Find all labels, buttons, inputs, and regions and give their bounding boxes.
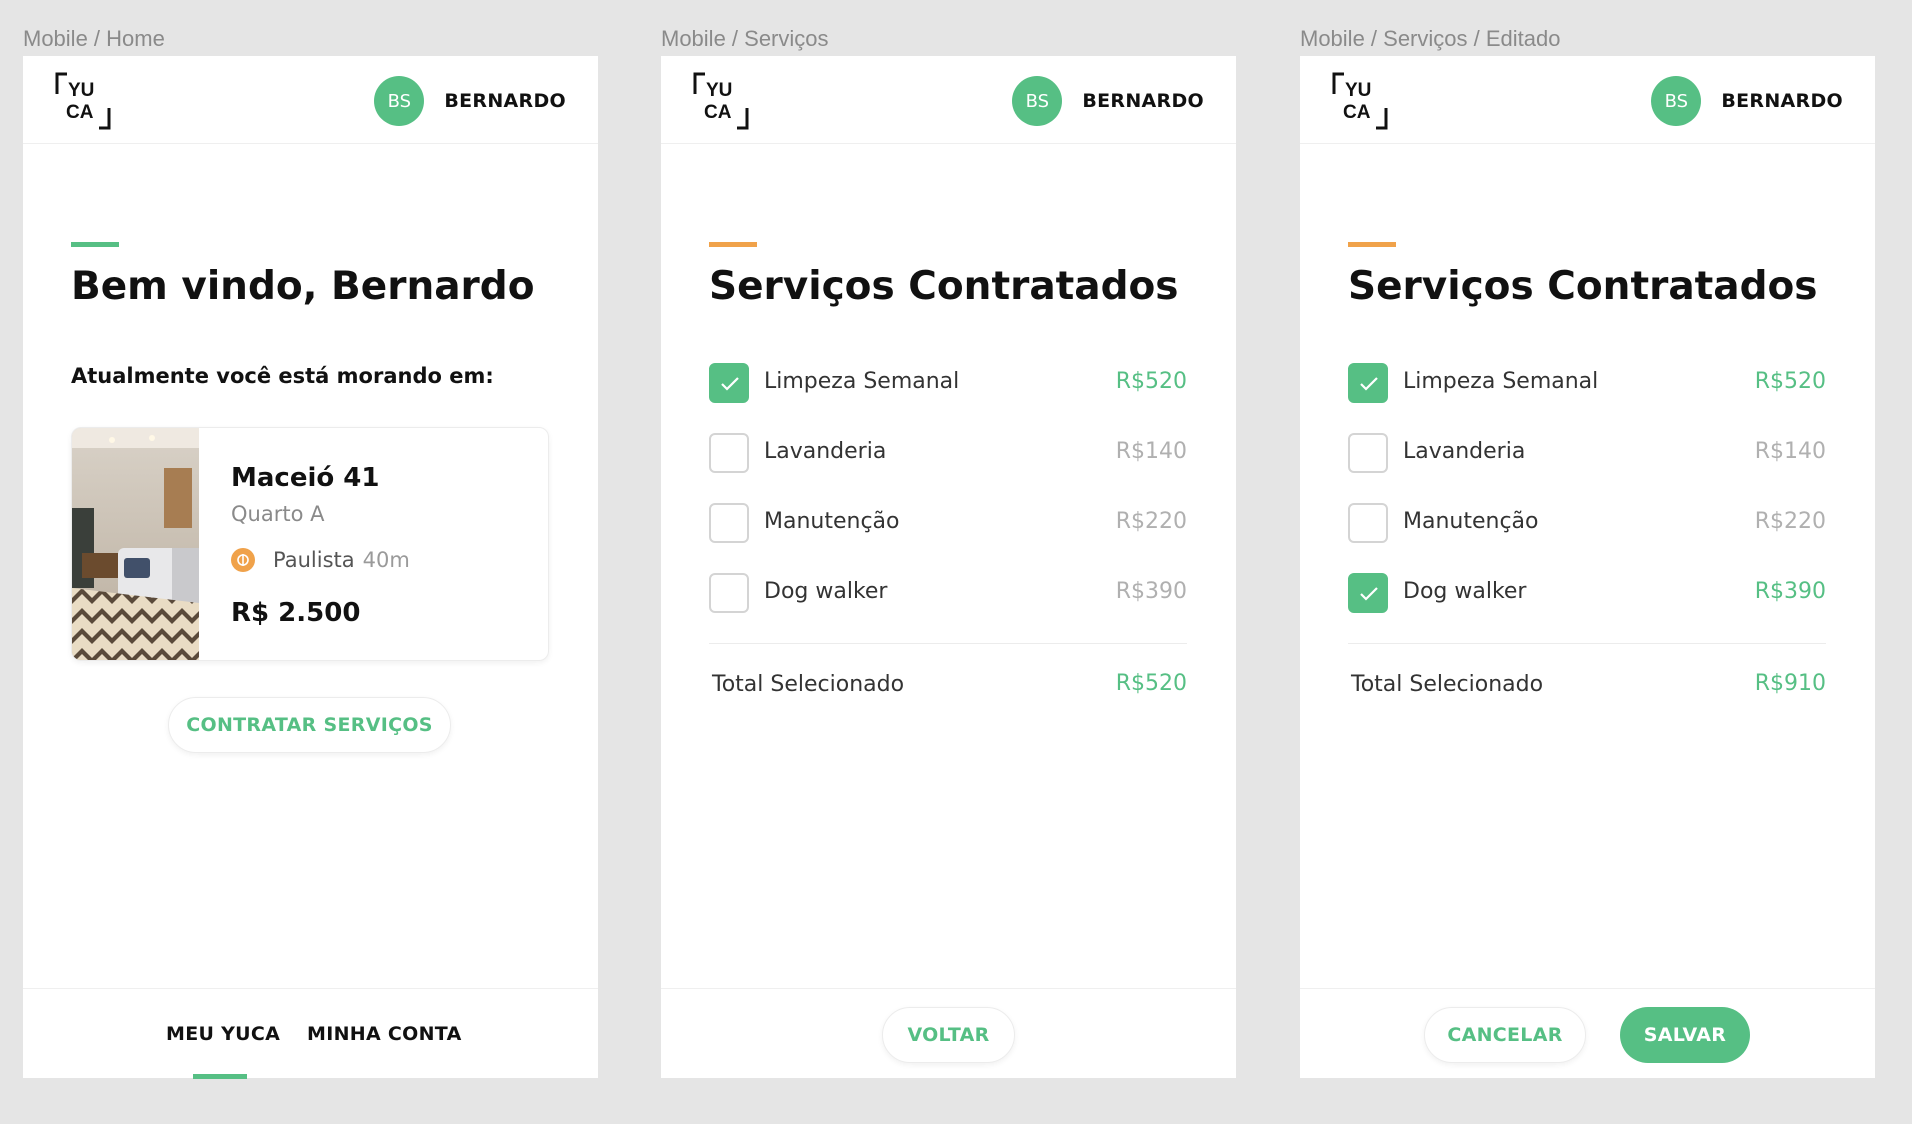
service-name: Dog walker xyxy=(1403,579,1527,604)
svg-text:YU: YU xyxy=(68,80,94,101)
user-menu[interactable]: BS BERNARDO xyxy=(1012,76,1204,126)
screen-servicos-editado: YU CA BS BERNARDO Serviços Contratados L… xyxy=(1300,56,1875,1078)
property-room: Quarto A xyxy=(231,502,325,526)
service-checkbox[interactable] xyxy=(1348,433,1388,473)
active-tab-indicator xyxy=(193,1074,247,1079)
total-label: Total Selecionado xyxy=(1351,672,1544,697)
metro-distance: 40m xyxy=(362,548,410,572)
username: BERNARDO xyxy=(1082,90,1204,112)
bottom-bar: CANCELAR SALVAR xyxy=(1300,988,1875,1078)
service-row-manutencao[interactable]: Manutenção R$220 xyxy=(709,503,1187,543)
service-price: R$220 xyxy=(1754,509,1826,534)
yuca-logo[interactable]: YU CA xyxy=(1332,72,1388,130)
service-checkbox[interactable] xyxy=(1348,503,1388,543)
total-value: R$910 xyxy=(1754,671,1826,696)
bottom-nav: MEU YUCA MINHA CONTA xyxy=(23,988,598,1079)
svg-text:YU: YU xyxy=(706,80,732,101)
service-price: R$140 xyxy=(1115,439,1187,464)
service-row-limpeza[interactable]: Limpeza Semanal R$520 xyxy=(1348,363,1826,403)
property-price: R$ 2.500 xyxy=(231,598,361,628)
app-header: YU CA BS BERNARDO xyxy=(1300,56,1875,144)
bottom-bar: VOLTAR xyxy=(661,988,1236,1078)
app-header: YU CA BS BERNARDO xyxy=(661,56,1236,144)
user-menu[interactable]: BS BERNARDO xyxy=(1651,76,1843,126)
svg-text:YU: YU xyxy=(1345,80,1371,101)
service-row-lavanderia[interactable]: Lavanderia R$140 xyxy=(1348,433,1826,473)
title-accent-bar xyxy=(71,242,119,247)
metro-icon xyxy=(231,548,255,572)
user-menu[interactable]: BS BERNARDO xyxy=(374,76,566,126)
service-name: Lavanderia xyxy=(764,439,887,464)
service-checkbox[interactable] xyxy=(709,433,749,473)
title-accent-bar xyxy=(709,242,757,247)
svg-text:CA: CA xyxy=(66,102,94,123)
service-checkbox[interactable] xyxy=(709,573,749,613)
service-price: R$520 xyxy=(1754,369,1826,394)
hire-services-button[interactable]: CONTRATAR SERVIÇOS xyxy=(168,697,451,753)
screen-home: YU CA BS BERNARDO Bem vindo, Bernardo At… xyxy=(23,56,598,1079)
title-accent-bar xyxy=(1348,242,1396,247)
service-name: Manutenção xyxy=(764,509,900,534)
app-header: YU CA BS BERNARDO xyxy=(23,56,598,144)
username: BERNARDO xyxy=(1721,90,1843,112)
service-price: R$390 xyxy=(1115,579,1187,604)
service-checkbox[interactable] xyxy=(1348,363,1388,403)
avatar: BS xyxy=(374,76,425,126)
service-name: Lavanderia xyxy=(1403,439,1526,464)
avatar: BS xyxy=(1651,76,1702,126)
service-price: R$520 xyxy=(1115,369,1187,394)
service-row-lavanderia[interactable]: Lavanderia R$140 xyxy=(709,433,1187,473)
residence-subtitle: Atualmente você está morando em: xyxy=(71,364,494,388)
service-row-manutencao[interactable]: Manutenção R$220 xyxy=(1348,503,1826,543)
metro-info: Paulista 40m xyxy=(231,548,410,572)
service-price: R$140 xyxy=(1754,439,1826,464)
service-name: Manutenção xyxy=(1403,509,1539,534)
service-name: Limpeza Semanal xyxy=(1403,369,1599,394)
yuca-logo[interactable]: YU CA xyxy=(55,72,111,130)
service-name: Dog walker xyxy=(764,579,888,604)
check-icon xyxy=(1360,377,1378,391)
service-row-dog-walker[interactable]: Dog walker R$390 xyxy=(1348,573,1826,613)
property-name: Maceió 41 xyxy=(231,463,380,493)
property-card[interactable]: Maceió 41 Quarto A Paulista 40m R$ 2.500 xyxy=(71,427,549,661)
property-photo xyxy=(72,428,199,660)
save-button[interactable]: SALVAR xyxy=(1620,1007,1750,1063)
service-price: R$220 xyxy=(1115,509,1187,534)
check-icon xyxy=(721,377,739,391)
avatar: BS xyxy=(1012,76,1063,126)
nav-item-meu-yuca[interactable]: MEU YUCA xyxy=(166,1023,280,1045)
service-checkbox[interactable] xyxy=(709,363,749,403)
nav-item-minha-conta[interactable]: MINHA CONTA xyxy=(307,1023,462,1045)
frame-label-servicos-editado: Mobile / Serviços / Editado xyxy=(1300,26,1561,51)
frame-label-servicos: Mobile / Serviços xyxy=(661,26,829,51)
svg-text:CA: CA xyxy=(1343,102,1371,123)
divider xyxy=(709,643,1187,644)
page-title: Bem vindo, Bernardo xyxy=(71,264,535,309)
back-button[interactable]: VOLTAR xyxy=(882,1007,1015,1063)
service-checkbox[interactable] xyxy=(1348,573,1388,613)
total-label: Total Selecionado xyxy=(712,672,905,697)
divider xyxy=(1348,643,1826,644)
service-row-dog-walker[interactable]: Dog walker R$390 xyxy=(709,573,1187,613)
frame-label-home: Mobile / Home xyxy=(23,26,165,51)
yuca-logo[interactable]: YU CA xyxy=(693,72,749,130)
check-icon xyxy=(1360,587,1378,601)
service-checkbox[interactable] xyxy=(709,503,749,543)
page-title: Serviços Contratados xyxy=(1348,264,1818,309)
page-title: Serviços Contratados xyxy=(709,264,1179,309)
service-name: Limpeza Semanal xyxy=(764,369,960,394)
total-value: R$520 xyxy=(1115,671,1187,696)
screen-servicos: YU CA BS BERNARDO Serviços Contratados L… xyxy=(661,56,1236,1078)
service-row-limpeza[interactable]: Limpeza Semanal R$520 xyxy=(709,363,1187,403)
service-price: R$390 xyxy=(1754,579,1826,604)
username: BERNARDO xyxy=(444,90,566,112)
svg-text:CA: CA xyxy=(704,102,732,123)
metro-station: Paulista xyxy=(273,548,355,572)
cancel-button[interactable]: CANCELAR xyxy=(1424,1007,1586,1063)
